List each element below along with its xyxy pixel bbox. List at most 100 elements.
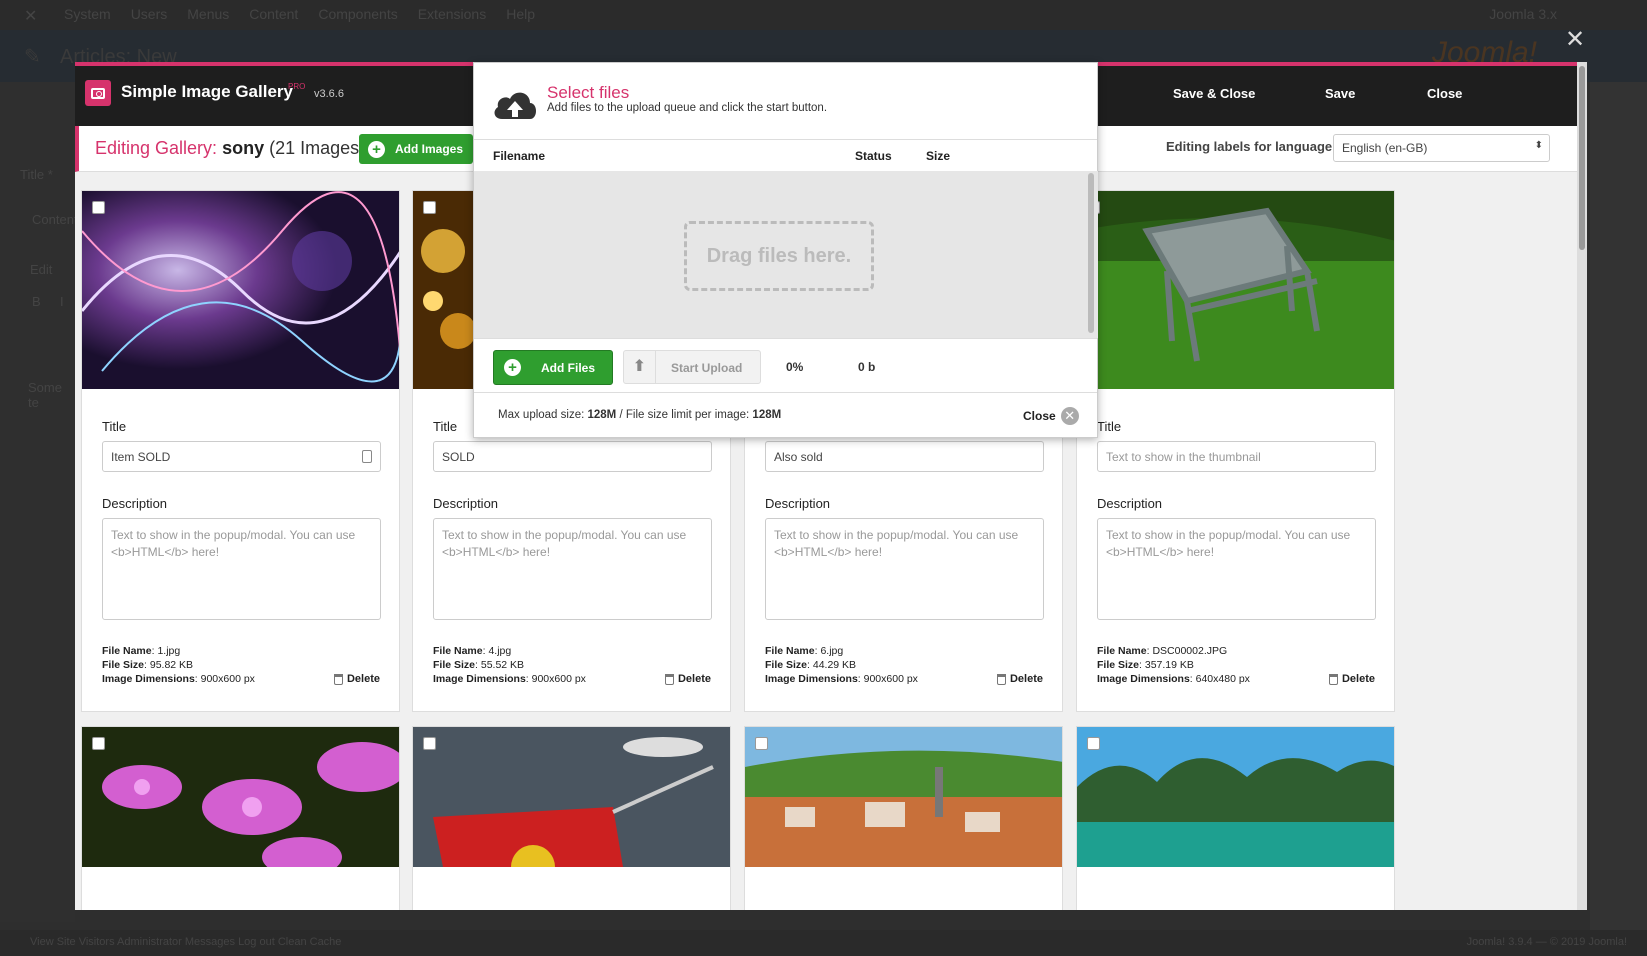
bg-label: Content	[32, 212, 78, 227]
add-files-label: Add Files	[541, 360, 596, 375]
admin-left-panel: Title * Content Edit B I Some te	[0, 82, 78, 922]
image-thumbnail	[82, 727, 399, 910]
file-size: File Size: 55.52 KB	[433, 659, 525, 671]
add-files-button[interactable]: + Add Files	[493, 350, 613, 385]
select-arrows-icon: ⬍	[1534, 140, 1543, 151]
title-label: Title	[433, 419, 458, 434]
title-label: Title	[1097, 419, 1122, 434]
language-selected: English (en-GB)	[1342, 141, 1428, 155]
description-label: Description	[1097, 496, 1163, 511]
plus-icon: +	[368, 140, 385, 158]
close-button[interactable]: Close	[1427, 86, 1462, 101]
trash-icon	[333, 673, 343, 685]
image-thumbnail	[82, 191, 399, 389]
select-checkbox[interactable]	[423, 201, 436, 214]
delete-button[interactable]: Delete	[333, 673, 380, 685]
image-card: Title Text to show in the thumbnail Descri…	[1076, 190, 1395, 712]
description-label: Description	[102, 496, 168, 511]
queue-scrollbar[interactable]	[1088, 173, 1094, 333]
bg-label: Edit	[30, 262, 53, 277]
bg-label: B	[32, 294, 41, 309]
file-name: File Name: 1.jpg	[102, 645, 181, 657]
menu-extensions: Extensions	[417, 6, 487, 22]
upload-close-button[interactable]: Close ✕	[1023, 407, 1079, 425]
description-label: Description	[765, 496, 831, 511]
pencil-icon: ✎	[24, 46, 41, 68]
title-input[interactable]: Item SOLD	[102, 441, 381, 472]
menu-system: System	[64, 6, 111, 22]
language-select[interactable]: English (en-GB) ⬍	[1333, 134, 1550, 162]
add-images-label: Add Images	[395, 142, 464, 156]
menu-users: Users	[130, 6, 168, 22]
cloud-upload-icon	[494, 92, 536, 119]
image-thumbnail	[745, 727, 1062, 910]
description-textarea[interactable]: Text to show in the popup/modal. You can…	[102, 518, 381, 620]
upload-limits: Max upload size: 128M / File size limit …	[498, 409, 781, 421]
delete-button[interactable]: Delete	[664, 673, 711, 685]
delete-button[interactable]: Delete	[996, 673, 1043, 685]
save-close-button[interactable]: Save & Close	[1173, 86, 1255, 101]
select-checkbox[interactable]	[92, 737, 105, 750]
editing-title: Editing Gallery: sony (21 Images)	[95, 138, 365, 159]
upload-header: Select files Add files to the upload que…	[474, 63, 1097, 140]
modal-scrollbar[interactable]	[1577, 62, 1587, 910]
camera-icon	[85, 80, 111, 106]
save-button[interactable]: Save	[1325, 86, 1355, 101]
drop-target[interactable]: Drag files here.	[684, 221, 874, 291]
bg-label: Some te	[28, 380, 62, 410]
upload-title: Select files	[547, 83, 630, 102]
description-textarea[interactable]: Text to show in the popup/modal. You can…	[765, 518, 1044, 620]
add-images-button[interactable]: + Add Images	[359, 134, 473, 164]
admin-footer: View Site Visitors Administrator Message…	[0, 930, 1647, 956]
col-filename: Filename	[493, 149, 546, 163]
select-checkbox[interactable]	[1087, 737, 1100, 750]
image-count: (21 Images)	[269, 138, 366, 158]
file-size: File Size: 95.82 KB	[102, 659, 194, 671]
app-version: v3.6.6	[314, 88, 344, 100]
arrow-up-icon: ⬆	[624, 351, 656, 383]
joomla-logo-icon: ✕	[24, 8, 38, 25]
image-dimensions: Image Dimensions: 900x600 px	[765, 673, 918, 685]
scrollbar-thumb[interactable]	[1579, 66, 1585, 250]
footer-copyright: Joomla! 3.9.4 — © 2019 Joomla!	[1466, 936, 1627, 948]
title-input[interactable]: SOLD	[433, 441, 712, 472]
col-status: Status	[855, 149, 892, 163]
drop-zone[interactable]: Drag files here.	[474, 171, 1098, 338]
select-checkbox[interactable]	[755, 737, 768, 750]
image-thumbnail	[1077, 191, 1394, 389]
start-upload-label: Start Upload	[671, 361, 743, 375]
language-label: Editing labels for language	[1166, 139, 1333, 154]
file-size: File Size: 357.19 KB	[1097, 659, 1194, 671]
image-thumbnail	[413, 727, 730, 910]
image-dimensions: Image Dimensions: 900x600 px	[433, 673, 586, 685]
upload-controls: + Add Files ⬆ Start Upload 0% 0 b	[474, 338, 1097, 393]
limit-label: / File size limit per image:	[619, 409, 750, 421]
image-card	[744, 726, 1063, 910]
description-textarea[interactable]: Text to show in the popup/modal. You can…	[1097, 518, 1376, 620]
title-input[interactable]: Also sold	[765, 441, 1044, 472]
image-card	[412, 726, 731, 910]
delete-label: Delete	[1009, 673, 1043, 685]
upload-columns: Filename Status Size	[474, 141, 1097, 171]
select-checkbox[interactable]	[92, 201, 105, 214]
description-textarea[interactable]: Text to show in the popup/modal. You can…	[433, 518, 712, 620]
bg-label: Title *	[20, 167, 53, 182]
image-card: Title Item SOLD Description Text to show in…	[81, 190, 400, 712]
key-icon	[362, 450, 372, 463]
max-label: Max upload size:	[498, 409, 585, 421]
pro-badge: PRO	[288, 82, 306, 91]
image-card	[1076, 726, 1395, 910]
delete-button[interactable]: Delete	[1328, 673, 1375, 685]
start-upload-button[interactable]: ⬆ Start Upload	[623, 350, 761, 384]
image-card	[81, 726, 400, 910]
menu-content: Content	[249, 6, 299, 22]
image-dimensions: Image Dimensions: 900x600 px	[102, 673, 255, 685]
plus-icon: +	[504, 359, 521, 376]
modal-close-icon[interactable]: ✕	[1565, 28, 1585, 52]
limit-value: 128M	[752, 409, 782, 421]
gallery-name: sony	[222, 138, 265, 158]
select-checkbox[interactable]	[423, 737, 436, 750]
title-input[interactable]: Text to show in the thumbnail	[1097, 441, 1376, 472]
upload-subtitle: Add files to the upload queue and click …	[547, 102, 828, 114]
col-size: Size	[926, 149, 951, 163]
